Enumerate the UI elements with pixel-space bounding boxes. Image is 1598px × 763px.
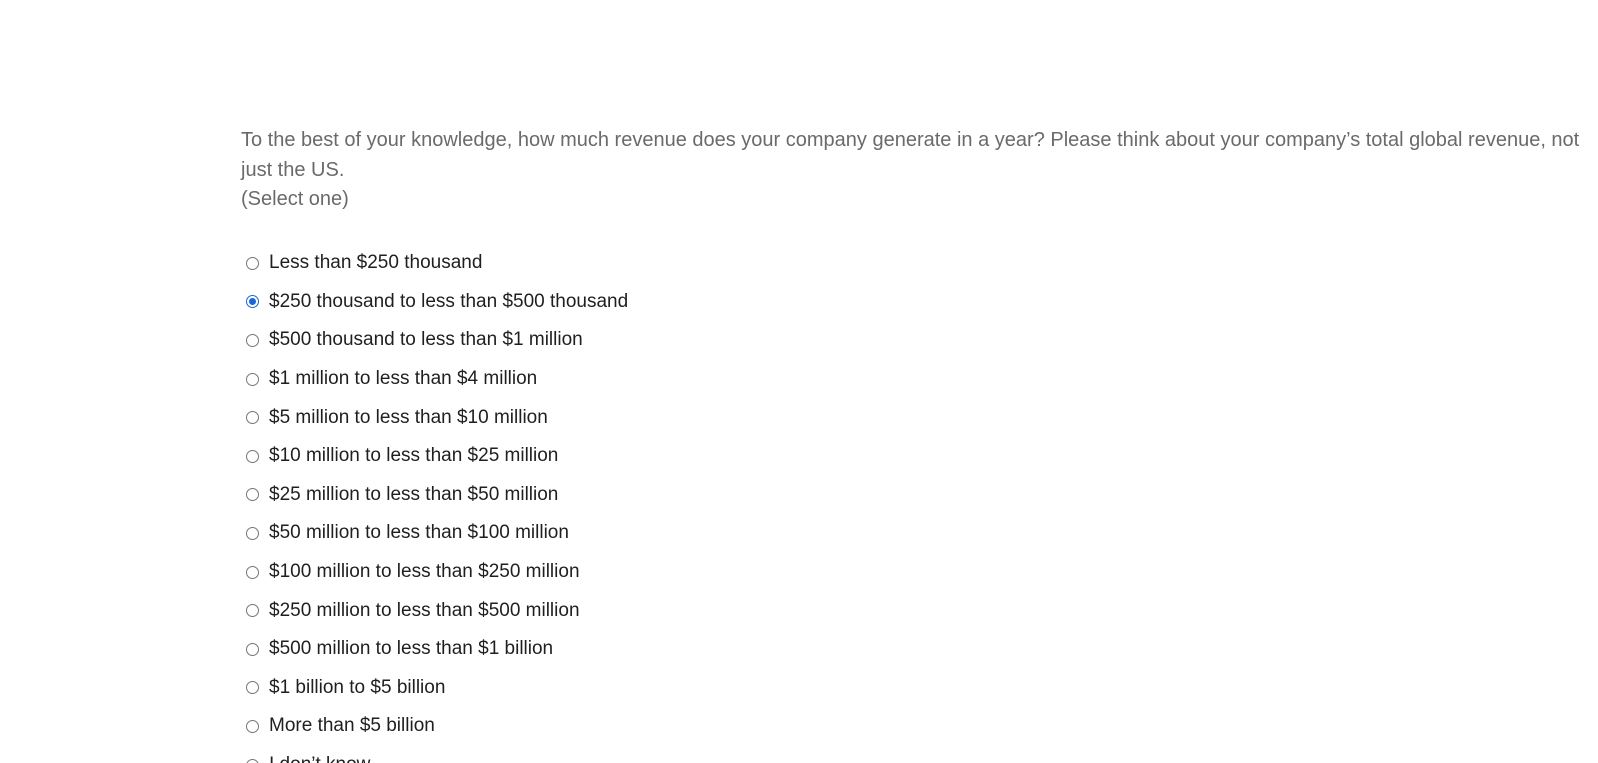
option-500m-to-1b[interactable]: $500 million to less than $1 billion <box>246 630 628 669</box>
radio-button[interactable] <box>246 604 259 618</box>
option-label: $25 million to less than $50 million <box>269 483 559 505</box>
option-label: $250 thousand to less than $500 thousand <box>269 290 629 312</box>
radio-button[interactable] <box>246 642 259 656</box>
question-instruction: (Select one) <box>241 188 349 210</box>
option-10m-to-25m[interactable]: $10 million to less than $25 million <box>246 437 628 476</box>
option-label: More than $5 billion <box>269 715 435 737</box>
option-label: $1 billion to $5 billion <box>269 676 446 698</box>
radio-button[interactable] <box>246 681 259 695</box>
option-label: $10 million to less than $25 million <box>269 445 559 467</box>
radio-button[interactable] <box>246 565 259 579</box>
option-label: $250 million to less than $500 million <box>269 599 580 621</box>
radio-button[interactable] <box>246 526 259 540</box>
option-5m-to-10m[interactable]: $5 million to less than $10 million <box>246 398 628 437</box>
option-1b-to-5b[interactable]: $1 billion to $5 billion <box>246 669 628 708</box>
option-25m-to-50m[interactable]: $25 million to less than $50 million <box>246 476 628 515</box>
answer-options: Less than $250 thousand $250 thousand to… <box>246 244 628 763</box>
radio-button[interactable] <box>246 295 259 309</box>
option-label: Less than $250 thousand <box>269 252 483 274</box>
radio-button[interactable] <box>246 333 259 347</box>
question-text: To the best of your knowledge, how much … <box>241 129 1580 181</box>
option-100m-to-250m[interactable]: $100 million to less than $250 million <box>246 553 628 592</box>
option-label: $500 million to less than $1 billion <box>269 638 554 660</box>
option-1m-to-4m[interactable]: $1 million to less than $4 million <box>246 360 628 399</box>
option-label: $1 million to less than $4 million <box>269 368 538 390</box>
radio-button[interactable] <box>246 411 259 425</box>
option-500k-to-1m[interactable]: $500 thousand to less than $1 million <box>246 321 628 360</box>
option-50m-to-100m[interactable]: $50 million to less than $100 million <box>246 514 628 553</box>
radio-button[interactable] <box>246 449 259 463</box>
option-label: $500 thousand to less than $1 million <box>269 329 583 351</box>
radio-button[interactable] <box>246 719 259 733</box>
radio-button[interactable] <box>246 488 259 502</box>
option-label: I don’t know <box>269 753 370 763</box>
option-label: $100 million to less than $250 million <box>269 561 580 583</box>
option-250m-to-500m[interactable]: $250 million to less than $500 million <box>246 591 628 630</box>
option-dont-know[interactable]: I don’t know <box>246 746 628 763</box>
radio-button[interactable] <box>246 256 259 270</box>
option-250k-to-500k[interactable]: $250 thousand to less than $500 thousand <box>246 283 628 322</box>
question-block: To the best of your knowledge, how much … <box>241 126 1581 215</box>
radio-button[interactable] <box>246 758 259 763</box>
option-label: $50 million to less than $100 million <box>269 522 569 544</box>
option-more-than-5b[interactable]: More than $5 billion <box>246 707 628 746</box>
survey-page: To the best of your knowledge, how much … <box>0 0 1598 763</box>
option-less-than-250k[interactable]: Less than $250 thousand <box>246 244 628 283</box>
option-label: $5 million to less than $10 million <box>269 406 548 428</box>
radio-button[interactable] <box>246 372 259 386</box>
